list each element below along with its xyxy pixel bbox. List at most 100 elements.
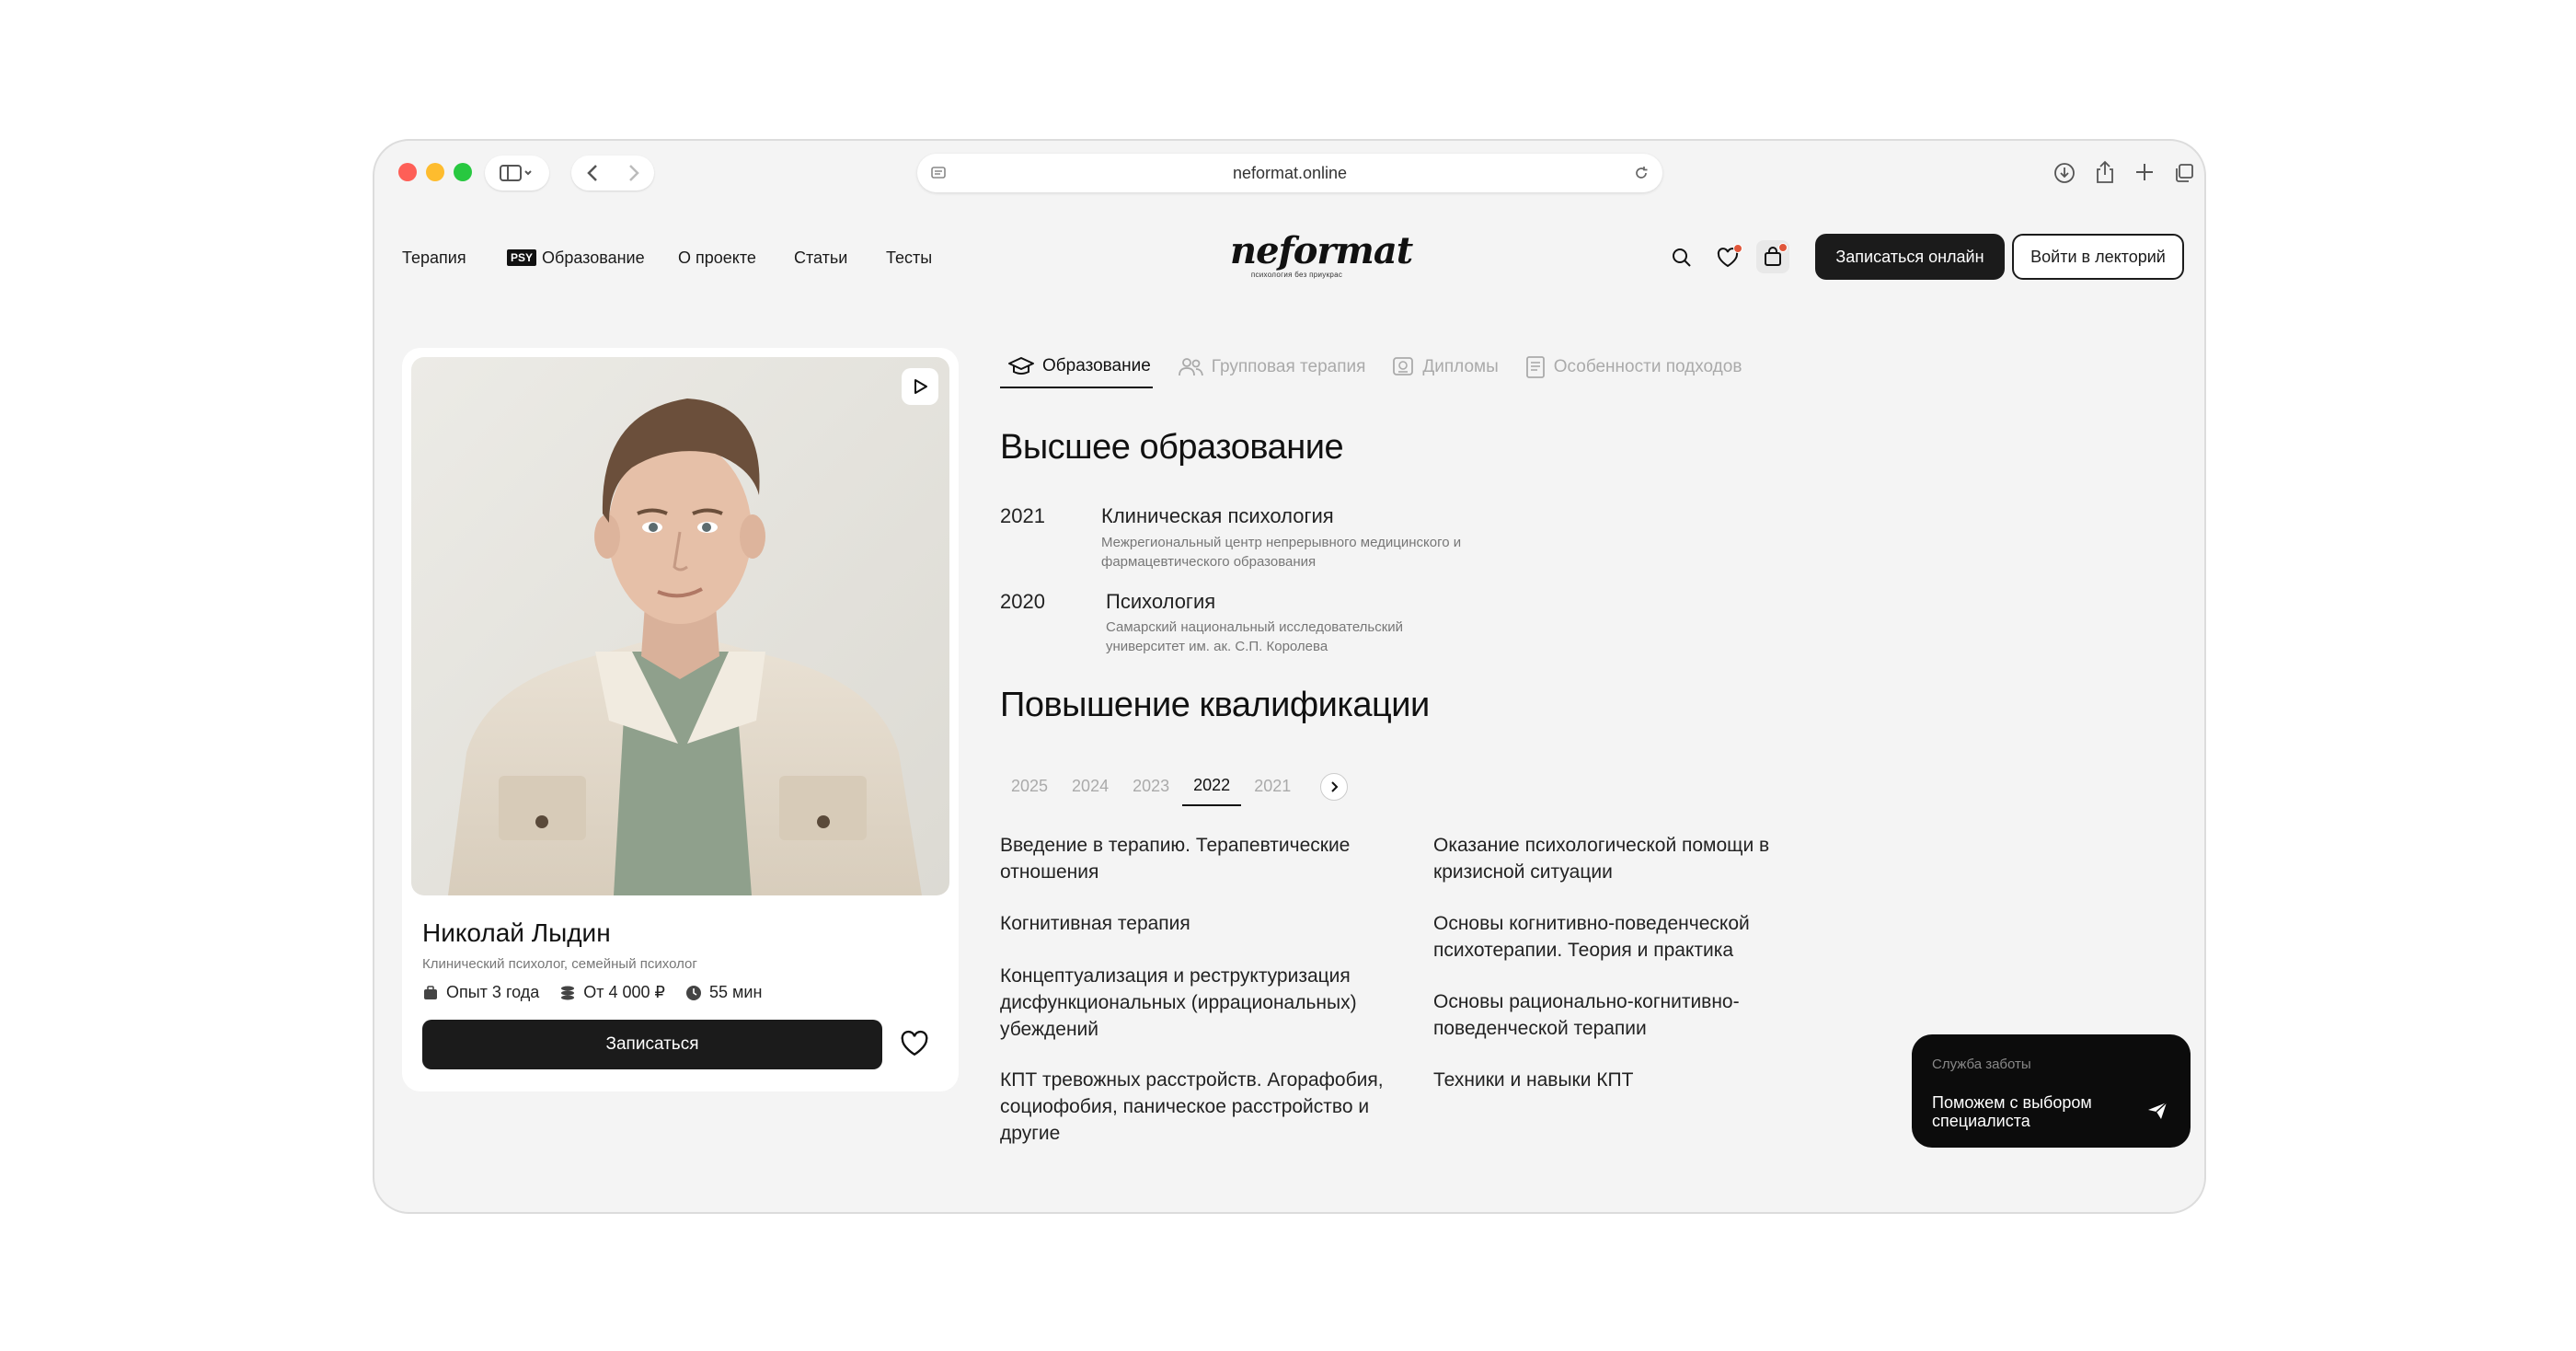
duration-info: 55 мин bbox=[685, 983, 762, 1002]
course-item: КПТ тревожных расстройств. Агорафобия, с… bbox=[1000, 1069, 1384, 1144]
page-settings-icon[interactable] bbox=[930, 165, 947, 181]
zoom-window-button[interactable] bbox=[454, 163, 472, 181]
history-nav bbox=[571, 156, 654, 191]
cart-badge bbox=[1778, 243, 1788, 252]
specialist-role: Клинический психолог, семейный психолог bbox=[422, 956, 697, 972]
new-tab-button[interactable] bbox=[2133, 161, 2156, 183]
education-org: Самарский национальный исследовательский… bbox=[1106, 619, 1404, 654]
psy-badge-icon: PSY bbox=[507, 249, 537, 266]
year-tab-active[interactable]: 2022 bbox=[1182, 767, 1242, 806]
tab-education[interactable]: Образование bbox=[1000, 348, 1153, 388]
care-service-widget[interactable]: Служба заботы Поможем с выбором специали… bbox=[1912, 1034, 2191, 1148]
experience-info: Опыт 3 года bbox=[422, 983, 539, 1002]
tab-approaches[interactable]: Особенности подходов bbox=[1517, 348, 1744, 388]
chevron-left-icon bbox=[586, 165, 597, 181]
education-org: Межрегиональный центр непрерывного медиц… bbox=[1101, 535, 1462, 570]
browser-window: neformat.online Терапия PSY Образование … bbox=[373, 139, 2206, 1214]
browser-toolbar: neformat.online bbox=[374, 141, 2204, 216]
tab-overview-button[interactable] bbox=[2172, 161, 2196, 185]
share-icon bbox=[2097, 160, 2113, 183]
course-item: Основы рационально-когнитивно-поведенчес… bbox=[1433, 991, 1740, 1039]
care-service-text: Поможем с выбором специалиста bbox=[1932, 1093, 2092, 1130]
add-favorite-button[interactable] bbox=[899, 1029, 930, 1063]
course-item: Основы когнитивно-поведенческой психотер… bbox=[1433, 913, 1750, 961]
course-item: Концептуализация и реструктуризация дисф… bbox=[1000, 965, 1357, 1040]
favorites-button[interactable] bbox=[1714, 244, 1742, 271]
chevron-right-icon bbox=[628, 165, 639, 181]
people-icon bbox=[1178, 358, 1203, 376]
forward-button[interactable] bbox=[613, 163, 654, 183]
logo-wordmark: neformat bbox=[1230, 229, 1413, 272]
send-icon bbox=[2148, 1102, 2168, 1119]
favorites-badge bbox=[1733, 244, 1742, 253]
book-online-button[interactable]: Записаться онлайн bbox=[1815, 234, 2005, 280]
coins-icon bbox=[561, 986, 575, 999]
send-message-button[interactable] bbox=[2146, 1101, 2168, 1126]
tab-diplomas[interactable]: Дипломы bbox=[1384, 348, 1500, 388]
play-icon bbox=[914, 379, 927, 394]
specialist-name: Николай Лыдин bbox=[422, 918, 611, 947]
diploma-icon bbox=[1393, 357, 1414, 375]
chevron-right-icon bbox=[1331, 780, 1339, 792]
enroll-button[interactable]: Записаться bbox=[422, 1020, 882, 1069]
year-tab[interactable]: 2021 bbox=[1243, 768, 1302, 805]
sidebar-toggle-button[interactable] bbox=[485, 156, 549, 191]
course-item: Введение в терапию. Терапевтические отно… bbox=[1000, 835, 1351, 883]
price-text: От 4 000 ₽ bbox=[583, 983, 665, 1001]
nav-link-therapy[interactable]: Терапия bbox=[402, 248, 466, 268]
portrait-image bbox=[411, 357, 949, 895]
back-button[interactable] bbox=[571, 163, 613, 183]
close-window-button[interactable] bbox=[398, 163, 417, 181]
tabs-icon bbox=[2176, 164, 2193, 182]
download-icon bbox=[2054, 163, 2075, 183]
reload-icon[interactable] bbox=[1633, 165, 1650, 181]
year-tab[interactable]: 2025 bbox=[1000, 768, 1059, 805]
education-title: Клиническая психология bbox=[1101, 504, 1334, 527]
heart-icon bbox=[901, 1030, 928, 1057]
clock-icon bbox=[686, 985, 701, 1000]
education-year: 2020 bbox=[1000, 590, 1045, 613]
video-play-button[interactable] bbox=[902, 368, 938, 405]
downloads-button[interactable] bbox=[2053, 161, 2076, 185]
duration-text: 55 мин bbox=[709, 983, 763, 1001]
search-icon bbox=[1673, 248, 1691, 267]
nav-link-tests[interactable]: Тесты bbox=[886, 248, 932, 268]
year-tab[interactable]: 2023 bbox=[1121, 768, 1180, 805]
course-item: Техники и навыки КПТ bbox=[1433, 1069, 1634, 1091]
share-button[interactable] bbox=[2093, 159, 2117, 185]
nav-link-education[interactable]: PSY Образование bbox=[507, 248, 645, 268]
tab-diplomas-label: Дипломы bbox=[1422, 357, 1499, 376]
url-text: neformat.online bbox=[1232, 163, 1348, 182]
specialist-card: Николай Лыдин Клинический психолог, семе… bbox=[402, 348, 959, 1091]
minimize-window-button[interactable] bbox=[426, 163, 444, 181]
next-years-button[interactable] bbox=[1320, 772, 1349, 801]
education-year: 2021 bbox=[1000, 504, 1045, 527]
nav-link-articles[interactable]: Статьи bbox=[794, 248, 847, 268]
search-button[interactable] bbox=[1668, 244, 1696, 271]
lecture-login-button[interactable]: Войти в лекторий bbox=[2012, 234, 2184, 280]
experience-text: Опыт 3 года bbox=[446, 983, 540, 1001]
nav-link-about[interactable]: О проекте bbox=[678, 248, 756, 268]
qualification-heading: Повышение квалификации bbox=[1000, 686, 1430, 724]
tab-education-label: Образование bbox=[1042, 356, 1151, 375]
tab-approaches-label: Особенности подходов bbox=[1553, 357, 1742, 376]
price-info: От 4 000 ₽ bbox=[559, 983, 665, 1002]
specialist-photo bbox=[411, 357, 949, 895]
nav-link-education-label: Образование bbox=[542, 248, 645, 267]
course-item: Когнитивная терапия bbox=[1000, 913, 1190, 934]
course-item: Оказание психологической помощи в кризис… bbox=[1433, 835, 1770, 883]
document-icon bbox=[1525, 356, 1545, 378]
tab-group-therapy[interactable]: Групповая терапия bbox=[1169, 348, 1368, 388]
year-tab[interactable]: 2024 bbox=[1061, 768, 1120, 805]
year-selector: 2025 2024 2023 2022 2021 bbox=[1000, 767, 1349, 806]
care-service-label: Служба заботы bbox=[1932, 1057, 2031, 1072]
specialist-meta: Опыт 3 года От 4 000 ₽ 55 мин bbox=[422, 983, 762, 1002]
education-title: Психология bbox=[1106, 590, 1216, 613]
tab-group-therapy-label: Групповая терапия bbox=[1211, 357, 1366, 376]
plus-icon bbox=[2136, 164, 2153, 180]
address-bar[interactable]: neformat.online bbox=[917, 154, 1662, 192]
graduation-cap-icon bbox=[1008, 357, 1034, 375]
site-logo[interactable]: neformat психология без приукрас bbox=[1230, 229, 1413, 283]
cart-button[interactable] bbox=[1756, 240, 1789, 273]
sidebar-icon bbox=[500, 165, 532, 181]
